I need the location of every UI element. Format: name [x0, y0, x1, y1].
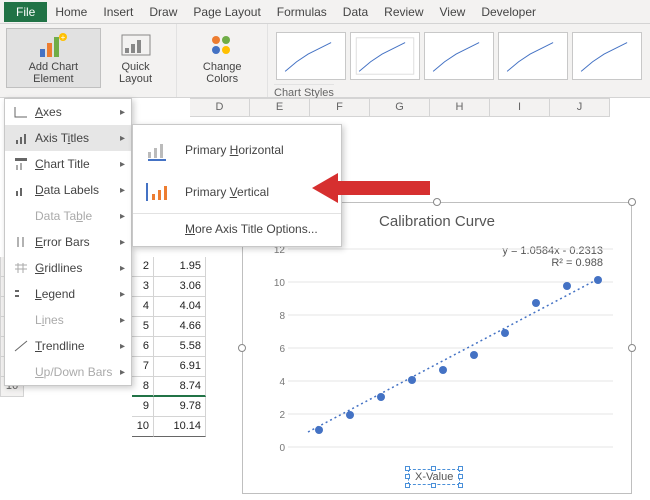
quick-layout-label: Quick Layout — [108, 61, 164, 85]
chevron-right-icon: ▸ — [120, 107, 125, 118]
menu-item-data-labels[interactable]: Data Labels▸ — [5, 177, 131, 203]
chart-style-thumb[interactable] — [572, 32, 642, 80]
quick-layout-button[interactable]: Quick Layout — [101, 28, 171, 88]
tab-draw[interactable]: Draw — [141, 2, 185, 22]
add-chart-element-button[interactable]: + Add Chart Element — [6, 28, 101, 88]
submenu-more-options[interactable]: More Axis Title Options... — [133, 213, 341, 242]
submenu-primary-vertical[interactable]: Primary Vertical — [133, 171, 341, 213]
menu-item-error-bars[interactable]: Error Bars▸ — [5, 229, 131, 255]
callout-arrow — [312, 171, 432, 205]
add-chart-element-menu: Axes▸ Axis Titles▸ Chart Title▸ Data Lab… — [4, 98, 132, 386]
chart-style-thumb[interactable] — [498, 32, 568, 80]
svg-text:2: 2 — [279, 410, 285, 421]
tab-page-layout[interactable]: Page Layout — [185, 2, 268, 22]
svg-text:10: 10 — [274, 278, 286, 289]
gridlines-icon — [11, 259, 31, 277]
tab-formulas[interactable]: Formulas — [269, 2, 335, 22]
menu-item-chart-title[interactable]: Chart Title▸ — [5, 151, 131, 177]
change-colors-label: Change Colors — [190, 61, 254, 85]
menu-item-updown-bars: Up/Down Bars▸ — [5, 359, 131, 385]
svg-text:6: 6 — [279, 344, 285, 355]
chart-title-icon — [11, 155, 31, 173]
ribbon: + Add Chart Element Quick Layout Change … — [0, 24, 650, 98]
primary-horizontal-icon — [143, 136, 175, 164]
tab-developer[interactable]: Developer — [473, 2, 544, 22]
change-colors-button[interactable]: Change Colors — [183, 28, 261, 88]
tab-view[interactable]: View — [432, 2, 474, 22]
tab-insert[interactable]: Insert — [95, 2, 141, 22]
axis-titles-submenu: Primary Horizontal Primary Vertical More… — [132, 124, 342, 247]
legend-icon — [11, 285, 31, 303]
chart-styles-gallery[interactable] — [274, 28, 644, 84]
data-labels-icon — [11, 181, 31, 199]
chart-style-thumb[interactable] — [424, 32, 494, 80]
quick-layout-icon — [120, 31, 152, 59]
add-chart-element-label: Add Chart Element — [13, 61, 94, 85]
tab-home[interactable]: Home — [47, 2, 95, 22]
menu-item-axes[interactable]: Axes▸ — [5, 99, 131, 125]
menu-item-gridlines[interactable]: Gridlines▸ — [5, 255, 131, 281]
tab-review[interactable]: Review — [376, 2, 431, 22]
change-colors-icon — [206, 31, 238, 59]
chevron-right-icon: ▸ — [120, 133, 125, 144]
menu-item-data-table: Data Table▸ — [5, 203, 131, 229]
svg-text:4: 4 — [279, 377, 285, 388]
chart-plot-area[interactable]: 12108 642 0 — [263, 239, 618, 464]
error-bars-icon — [11, 233, 31, 251]
primary-vertical-icon — [143, 178, 175, 206]
svg-text:+: + — [61, 33, 66, 42]
trendline-icon — [11, 337, 31, 355]
axes-icon — [11, 103, 31, 121]
menu-item-axis-titles[interactable]: Axis Titles▸ — [5, 125, 131, 151]
chart-style-thumb[interactable] — [276, 32, 346, 80]
chart-style-thumb[interactable] — [350, 32, 420, 80]
tab-data[interactable]: Data — [335, 2, 376, 22]
submenu-label: Primary Vertical — [185, 185, 269, 199]
tab-file[interactable]: File — [4, 2, 47, 22]
menu-item-trendline[interactable]: Trendline▸ — [5, 333, 131, 359]
submenu-label: Primary Horizontal — [185, 143, 284, 157]
svg-text:8: 8 — [279, 311, 285, 322]
menu-bar: File Home Insert Draw Page Layout Formul… — [0, 0, 650, 24]
submenu-primary-horizontal[interactable]: Primary Horizontal — [133, 129, 341, 171]
add-chart-element-icon: + — [37, 31, 69, 59]
x-axis-title[interactable]: X-Value — [408, 469, 460, 485]
svg-text:0: 0 — [279, 443, 285, 454]
axis-titles-icon — [11, 129, 31, 147]
menu-item-legend[interactable]: Legend▸ — [5, 281, 131, 307]
menu-item-lines: Lines▸ — [5, 307, 131, 333]
